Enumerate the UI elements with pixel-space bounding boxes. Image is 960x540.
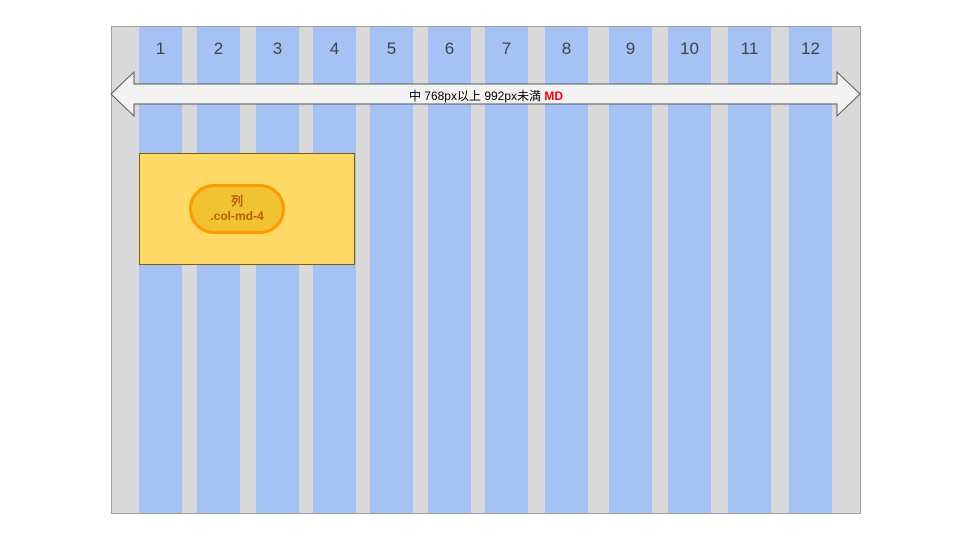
pill-class-name: .col-md-4 [210, 209, 264, 223]
breakpoint-tag: MD [544, 89, 564, 103]
breakpoint-range-text: 中 768px以上 992px未満 [408, 89, 542, 103]
column-class-pill: 列 .col-md-4 [189, 184, 285, 234]
breakpoint-label: 中 768px以上 992px未満 MD [111, 87, 861, 104]
pill-title: 列 [230, 194, 243, 208]
double-headed-arrow-icon [110, 70, 861, 118]
